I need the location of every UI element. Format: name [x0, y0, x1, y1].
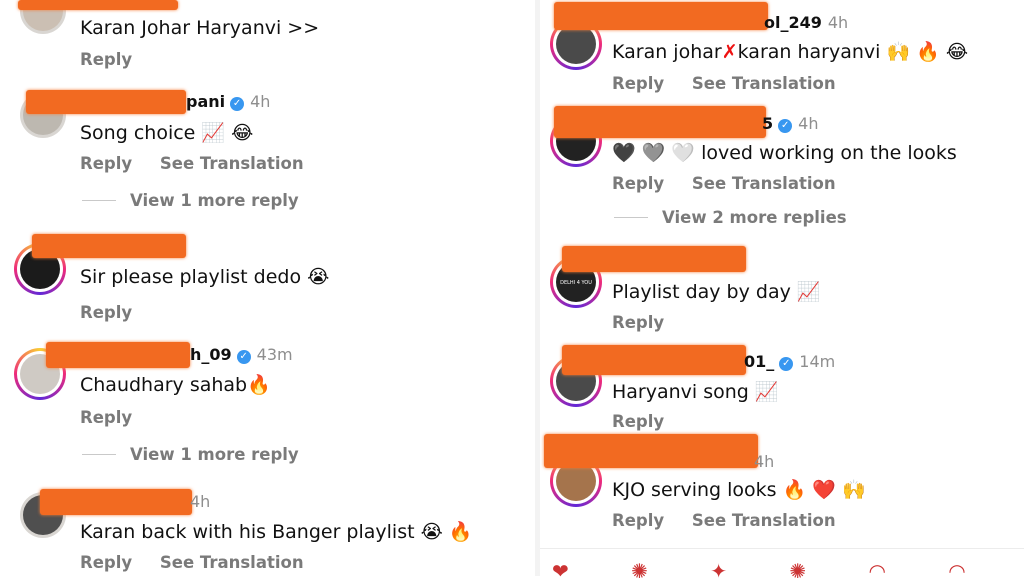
- username-suffix[interactable]: h_09: [190, 345, 232, 364]
- comment-actions: Reply See Translation: [612, 174, 858, 193]
- view-more-replies-button[interactable]: View 2 more replies: [614, 208, 847, 227]
- thread-line: [614, 217, 648, 218]
- username-suffix[interactable]: pani: [186, 92, 225, 111]
- verified-badge-icon: ✓: [230, 97, 245, 111]
- comment-emojis: 🙌 🔥 😂: [886, 41, 969, 63]
- reply-button[interactable]: Reply: [80, 408, 132, 427]
- comment-text: Song choice 📈 😂: [80, 122, 254, 144]
- username-suffix[interactable]: 01_: [744, 352, 774, 371]
- view-more-replies-button[interactable]: View 1 more reply: [82, 445, 299, 464]
- view-more-replies-button[interactable]: View 1 more reply: [82, 191, 299, 210]
- left-comments-panel: rma3h Karan Johar Haryanvi >> Reply pani…: [0, 0, 535, 576]
- comment-text: KJO serving looks 🔥 ❤️ 🙌: [612, 479, 866, 501]
- comment-text: Chaudhary sahab🔥: [80, 374, 271, 396]
- see-translation-button[interactable]: See Translation: [692, 174, 836, 193]
- comment-text: 🖤 🩶 🤍 loved working on the looks: [612, 142, 957, 164]
- comment-meta: 01_ ✓ 14m: [744, 352, 835, 371]
- comment-text: Sir please playlist dedo 😭: [80, 266, 330, 288]
- redaction-mark: [562, 345, 746, 375]
- comment-text-part: Karan johar: [612, 41, 722, 63]
- redaction-mark: [32, 234, 186, 258]
- comment-meta: ol_249 4h: [764, 13, 848, 32]
- comment-meta: 4h: [754, 452, 774, 471]
- cross-mark-icon: ✗: [721, 41, 738, 63]
- view-more-label: View 1 more reply: [130, 191, 299, 210]
- reply-button[interactable]: Reply: [612, 412, 664, 431]
- comment-text-part: karan haryanvi: [737, 41, 881, 63]
- right-comments-panel: ol_249 4h Karan johar✗karan haryanvi 🙌 🔥 …: [540, 0, 1024, 576]
- comment-meta: 4h: [190, 492, 210, 511]
- redaction-mark: [554, 2, 768, 30]
- redaction-mark: [554, 106, 766, 138]
- view-more-label: View 1 more reply: [130, 445, 299, 464]
- see-translation-button[interactable]: See Translation: [160, 154, 304, 173]
- verified-badge-icon: ✓: [236, 350, 251, 364]
- reply-button[interactable]: Reply: [612, 74, 664, 93]
- redaction-mark: [46, 342, 190, 368]
- comment-actions: Reply: [612, 313, 686, 332]
- verified-badge-icon: ✓: [779, 357, 794, 371]
- reply-button[interactable]: Reply: [80, 303, 132, 322]
- redaction-mark: [562, 246, 746, 272]
- reply-button[interactable]: Reply: [80, 50, 132, 69]
- redaction-mark: [40, 489, 192, 515]
- verified-badge-icon: ✓: [778, 119, 793, 133]
- timestamp: 14m: [799, 352, 836, 371]
- comment-text: Playlist day by day 📈: [612, 281, 821, 303]
- redaction-mark: [18, 0, 178, 10]
- comment-text: Karan Johar Haryanvi >>: [80, 17, 320, 39]
- see-translation-button[interactable]: See Translation: [692, 74, 836, 93]
- timestamp: 43m: [256, 345, 293, 364]
- comment-actions: Reply See Translation: [80, 154, 326, 173]
- reaction-emojis[interactable]: ❤ ✺ ✦ ✺ ◠ ◠ ◠: [552, 559, 1024, 583]
- redaction-mark: [26, 90, 186, 114]
- redaction-mark: [544, 434, 758, 468]
- timestamp: 4h: [798, 114, 819, 133]
- reply-button[interactable]: Reply: [80, 553, 132, 572]
- view-more-label: View 2 more replies: [662, 208, 847, 227]
- comment-meta: 5 ✓ 4h: [762, 114, 818, 133]
- timestamp: 4h: [250, 92, 271, 111]
- reply-button[interactable]: Reply: [612, 174, 664, 193]
- comment-text: Karan back with his Banger playlist 😭 🔥: [80, 521, 473, 543]
- see-translation-button[interactable]: See Translation: [160, 553, 304, 572]
- comment-meta: h_09 ✓ 43m: [190, 345, 293, 364]
- username-suffix[interactable]: ol_249: [764, 13, 822, 32]
- see-translation-button[interactable]: See Translation: [692, 511, 836, 530]
- comment-actions: Reply: [80, 50, 154, 69]
- emoji-reaction-bar: ❤ ✺ ✦ ✺ ◠ ◠ ◠: [540, 548, 1024, 583]
- timestamp: 4h: [827, 13, 849, 32]
- reply-button[interactable]: Reply: [80, 154, 132, 173]
- comment-actions: Reply See Translation: [80, 553, 326, 572]
- comment-actions: Reply See Translation: [612, 74, 858, 93]
- timestamp: 4h: [754, 452, 775, 471]
- reply-button[interactable]: Reply: [612, 313, 664, 332]
- username-suffix[interactable]: 5: [762, 114, 773, 133]
- comment-actions: Reply: [612, 412, 686, 431]
- comment-actions: Reply See Translation: [612, 511, 858, 530]
- comment-actions: Reply: [80, 303, 154, 322]
- thread-line: [82, 454, 116, 455]
- comment-meta: pani ✓ 4h: [186, 92, 270, 111]
- thread-line: [82, 200, 116, 201]
- timestamp: 4h: [190, 492, 211, 511]
- reply-button[interactable]: Reply: [612, 511, 664, 530]
- comment-text: Haryanvi song 📈: [612, 381, 779, 403]
- avatar-label: DELHI 4 YOU: [560, 280, 592, 286]
- comment-text: Karan johar✗karan haryanvi 🙌 🔥 😂: [612, 40, 968, 63]
- comment-actions: Reply: [80, 408, 154, 427]
